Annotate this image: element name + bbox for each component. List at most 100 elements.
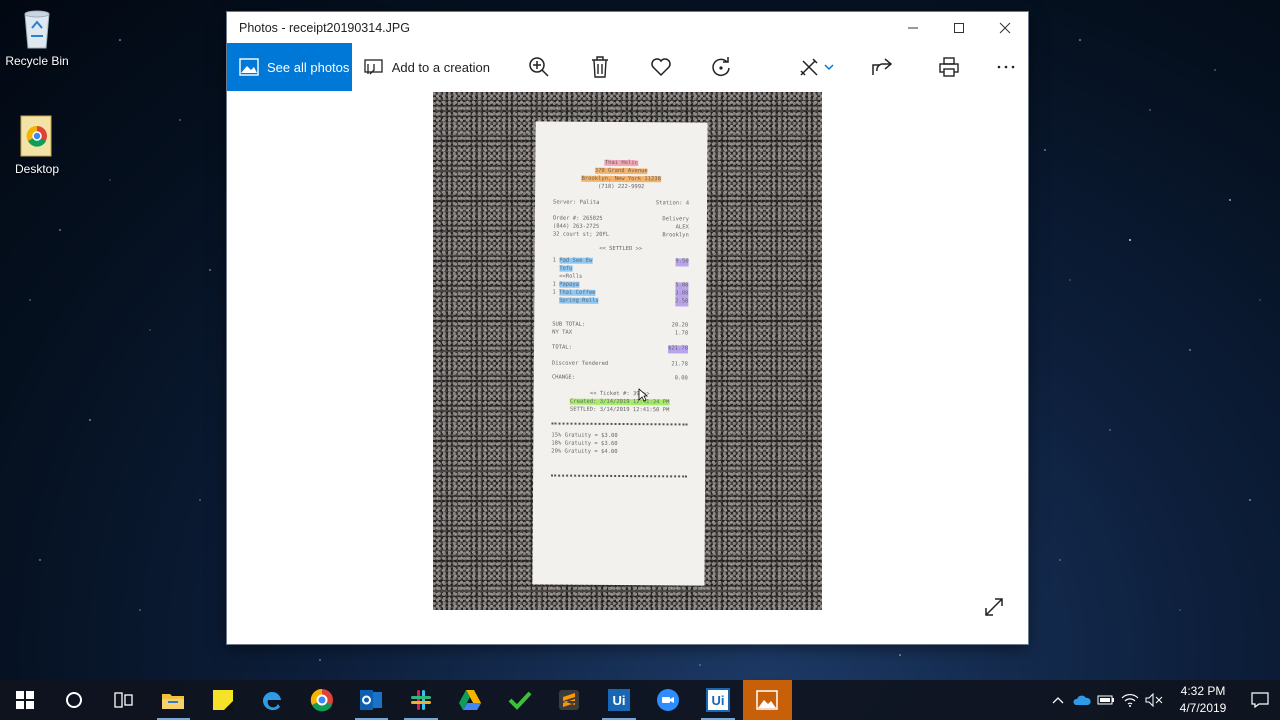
chevron-down-icon — [824, 64, 834, 71]
receipt-address: 370 Grand Avenue — [594, 167, 648, 175]
receipt-item-name: Thai Coffee — [559, 289, 596, 296]
zoom-in-icon — [529, 57, 549, 77]
taskbar-photos[interactable] — [742, 680, 792, 720]
delete-button[interactable] — [577, 43, 622, 91]
taskbar-zoom[interactable] — [644, 680, 694, 720]
outlook-icon — [360, 690, 383, 710]
recycle-bin-icon — [17, 6, 57, 50]
receipt-tender: 21.78 — [671, 361, 688, 368]
edge-icon — [263, 691, 282, 711]
favorite-icon — [650, 58, 671, 77]
rotate-button[interactable] — [699, 43, 744, 91]
svg-text:Ui: Ui — [612, 693, 625, 708]
volume-button[interactable] — [1142, 680, 1166, 720]
windows-start-icon — [15, 691, 34, 709]
receipt-subtotal-label: SUB TOTAL: — [552, 321, 586, 328]
receipt-item-name: <<Rolls — [559, 273, 583, 280]
receipt-item-qty: 1 — [552, 289, 556, 296]
battery-button[interactable] — [1094, 680, 1118, 720]
receipt-settled: << SETTLED >> — [599, 245, 643, 252]
zoom-button[interactable] — [517, 43, 562, 91]
receipt-tax-label: NY TAX — [552, 329, 573, 336]
more-icon — [997, 65, 1014, 69]
receipt-total: $21.78 — [668, 345, 689, 354]
receipt-item-price: 5.00 — [675, 282, 689, 291]
taskbar-uipath-studio[interactable]: Ui — [594, 680, 644, 720]
zoom-icon — [657, 689, 680, 711]
onedrive-icon — [1073, 695, 1091, 705]
taskbar-sticky-notes[interactable] — [198, 680, 248, 720]
receipt-station: Station: 4 — [655, 200, 690, 207]
wifi-icon — [1121, 694, 1139, 707]
file-explorer-icon — [162, 694, 185, 709]
taskbar-uipath-robot[interactable]: Ui — [693, 680, 743, 720]
receipt-photo[interactable]: Thai Holic 370 Grand Avenue Brooklyn, Ne… — [433, 92, 822, 610]
taskbar-checkmark-app[interactable] — [495, 680, 545, 720]
wifi-button[interactable] — [1118, 680, 1142, 720]
desktop-icon-desktop[interactable]: Desktop — [0, 114, 74, 176]
onedrive-button[interactable] — [1070, 680, 1094, 720]
see-all-photos-button[interactable]: See all photos — [227, 43, 352, 91]
share-icon — [872, 58, 893, 75]
title-bar[interactable]: Photos - receipt20190314.JPG — [227, 12, 1028, 43]
sticky-notes-icon — [212, 690, 233, 710]
slack-icon — [410, 690, 431, 710]
receipt-created: Created: 3/14/2019 12:41:34 PM — [569, 398, 670, 406]
receipt-change-label: CHANGE: — [551, 374, 576, 382]
edit-create-button[interactable] — [791, 43, 842, 91]
receipt-item-price: 9.50 — [675, 258, 689, 267]
receipt-tender-label: Discover Tendered — [551, 360, 609, 368]
add-to-creation-button[interactable]: Add to a creation — [352, 58, 499, 76]
more-options-button[interactable] — [983, 43, 1028, 91]
edit-icon — [800, 58, 818, 76]
receipt-subtotal: 20.20 — [671, 321, 689, 329]
see-all-photos-label: See all photos — [267, 59, 350, 75]
cortana-icon — [66, 692, 83, 708]
mouse-cursor-icon — [638, 388, 648, 402]
print-icon — [938, 57, 959, 77]
battery-icon — [1097, 695, 1114, 705]
minimize-button[interactable] — [890, 12, 936, 43]
favorite-button[interactable] — [638, 43, 683, 91]
cortana-button[interactable] — [50, 680, 100, 720]
desktop-icon-label: Desktop — [14, 162, 60, 176]
toolbar: See all photos Add to a creation — [227, 43, 1028, 91]
receipt-item-qty: 1 — [552, 281, 556, 288]
volume-muted-icon — [1145, 693, 1163, 707]
share-button[interactable] — [860, 43, 905, 91]
receipt-item-qty: 1 — [552, 257, 556, 264]
action-center-button[interactable] — [1240, 680, 1280, 720]
chrome-icon — [310, 688, 333, 712]
window-title: Photos - receipt20190314.JPG — [239, 20, 410, 35]
receipt-item-name: Spring Rolls — [558, 297, 599, 304]
taskbar-file-explorer[interactable] — [149, 680, 199, 720]
maximize-button[interactable] — [936, 12, 982, 43]
chevron-up-icon — [1052, 697, 1064, 704]
close-button[interactable] — [982, 12, 1028, 43]
print-button[interactable] — [926, 43, 971, 91]
taskbar-chrome[interactable] — [297, 680, 347, 720]
taskbar-slack[interactable] — [396, 680, 446, 720]
taskbar-outlook[interactable] — [347, 680, 397, 720]
task-view-button[interactable] — [99, 680, 149, 720]
start-button[interactable] — [0, 680, 50, 720]
taskbar-sublime[interactable] — [545, 680, 595, 720]
show-hidden-icons-button[interactable] — [1046, 680, 1070, 720]
expand-icon — [985, 598, 1003, 616]
notification-icon — [1251, 692, 1269, 708]
receipt-restaurant: Thai Holic — [604, 159, 638, 167]
desktop-icon-recycle-bin[interactable]: Recycle Bin — [0, 6, 74, 68]
taskbar-google-drive[interactable] — [446, 680, 496, 720]
desktop-icon-label: Recycle Bin — [5, 54, 69, 68]
receipt-item-price: 3.00 — [675, 289, 689, 299]
taskbar-edge[interactable] — [248, 680, 298, 720]
fullscreen-button[interactable] — [984, 597, 1004, 622]
clock-date: 4/7/2019 — [1179, 701, 1227, 715]
chrome-shortcut-icon — [17, 114, 57, 158]
add-to-creation-label: Add to a creation — [391, 59, 490, 75]
photo-viewer[interactable]: Thai Holic 370 Grand Avenue Brooklyn, Ne… — [227, 91, 1028, 644]
receipt-divider — [551, 422, 688, 426]
delete-icon — [591, 56, 608, 78]
system-clock[interactable]: 4:32 PM 4/7/2019 — [1166, 683, 1240, 717]
receipt-gratuity: 20% Gratuity = $4.00 — [551, 448, 618, 456]
